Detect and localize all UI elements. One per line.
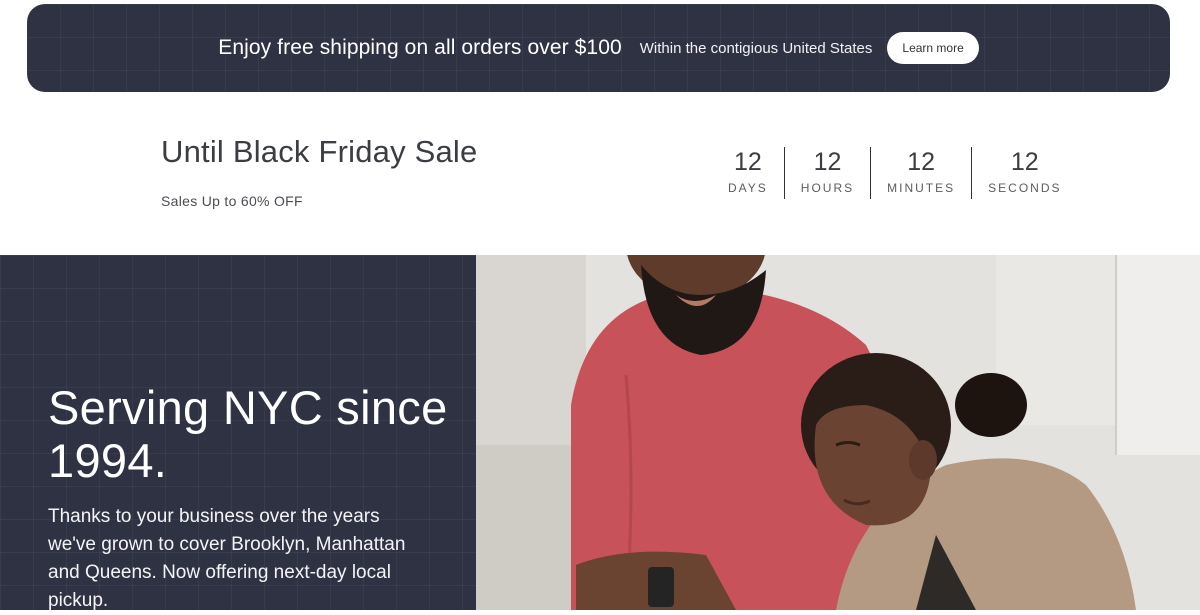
countdown-seconds-value: 12 [1010, 148, 1039, 176]
countdown-hours-label: HOURS [800, 181, 855, 195]
hero-photo [476, 255, 1200, 610]
countdown-days-value: 12 [733, 148, 762, 176]
countdown-seconds-label: SECONDS [988, 181, 1062, 195]
hero-body-text: Thanks to your business over the years w… [48, 506, 406, 611]
hero-text-panel: Serving NYC since 1994. Thanks to your b… [0, 255, 476, 611]
learn-more-button[interactable]: Learn more [887, 32, 979, 64]
banner-subtext: Within the contigious United States [639, 39, 873, 57]
sale-title: Until Black Friday Sale [161, 134, 478, 169]
countdown-days: 12 DAYS [712, 147, 784, 199]
countdown-minutes-label: MINUTES [887, 181, 956, 195]
countdown-seconds: 12 SECONDS [971, 147, 1077, 199]
banner-headline: Enjoy free shipping on all orders over $… [218, 36, 622, 59]
sale-subtitle: Sales Up to 60% OFF [161, 193, 303, 209]
hero-photo-illustration [476, 255, 1200, 610]
countdown-minutes: 12 MINUTES [870, 147, 971, 199]
hero-title: Serving NYC since 1994. [48, 381, 448, 487]
countdown-days-label: DAYS [728, 181, 768, 195]
announcement-banner: Enjoy free shipping on all orders over $… [27, 4, 1170, 92]
countdown-hours-value: 12 [813, 148, 842, 176]
countdown-minutes-value: 12 [907, 148, 936, 176]
countdown-hours: 12 HOURS [783, 147, 870, 199]
countdown-timer: 12 DAYS 12 HOURS 12 MINUTES 12 SECONDS [712, 147, 1077, 199]
